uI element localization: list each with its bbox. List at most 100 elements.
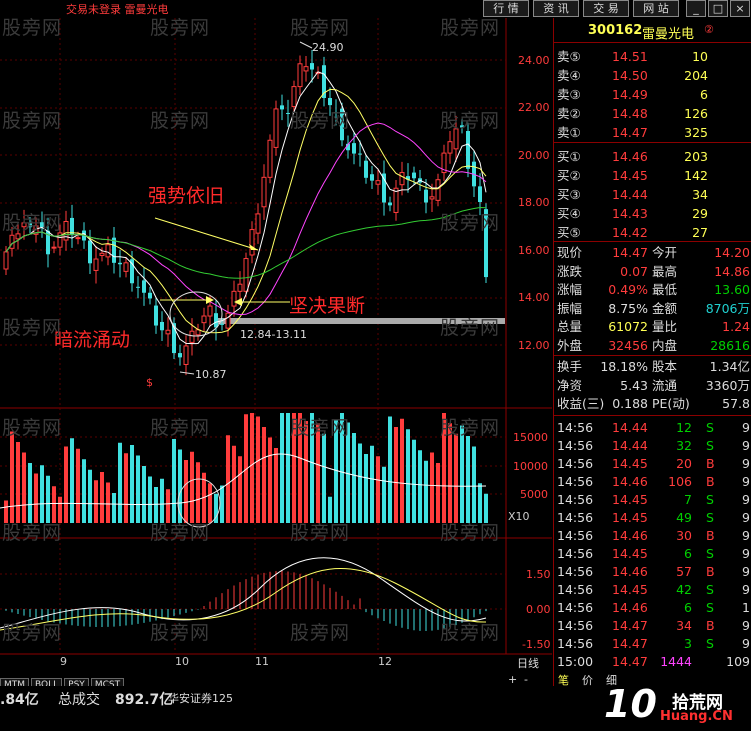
- watermark: 股旁网: [440, 212, 501, 234]
- tick-time: 14:56: [557, 618, 594, 633]
- volume-bar: [400, 418, 404, 523]
- candle-body: [105, 244, 111, 258]
- order-row[interactable]: 卖② 14.48 126: [554, 105, 751, 123]
- order-row[interactable]: 卖⑤ 14.51 10: [554, 48, 751, 66]
- volume-bar: [376, 456, 380, 523]
- order-row[interactable]: 买② 14.45 142: [554, 167, 751, 185]
- tick-price: 14.47: [612, 618, 648, 633]
- watermark: 股旁网: [290, 17, 351, 39]
- order-row[interactable]: 买⑤ 14.42 27: [554, 224, 751, 242]
- tick-side: B: [706, 564, 715, 579]
- volume-tick: 15000: [513, 431, 548, 444]
- tick-volume: 49: [676, 510, 692, 525]
- chart-panel[interactable]: 24.00 22.00 20.00 18.00 16.00 14.00 12.0…: [0, 17, 552, 692]
- candle-body: [466, 131, 470, 169]
- stat-value: 32456: [608, 337, 648, 353]
- volume-bar: [100, 472, 104, 523]
- candle-body: [237, 283, 243, 292]
- tick-count: 9: [742, 564, 750, 579]
- ma5-line: [5, 71, 487, 345]
- strong-arrow: [154, 217, 259, 251]
- tick-row: 14:56 14.46 30 B 9: [554, 527, 751, 545]
- volume-bar: [382, 466, 386, 523]
- trade-button[interactable]: 交 易: [583, 0, 629, 17]
- candle-body: [261, 176, 267, 208]
- candle-body: [447, 141, 453, 154]
- volume-bar: [454, 433, 458, 523]
- volume-bar: [28, 463, 32, 523]
- indicator-signal-line: [0, 568, 487, 631]
- close-button[interactable]: ×: [730, 0, 750, 17]
- candle-body: [148, 292, 152, 299]
- order-row[interactable]: 卖① 14.47 325: [554, 124, 751, 142]
- tick-volume: 20: [676, 456, 692, 471]
- low-price-label: 10.87: [195, 368, 227, 381]
- tick-side: B: [706, 528, 715, 543]
- order-row[interactable]: 买④ 14.43 29: [554, 205, 751, 223]
- volume-bar: [352, 433, 356, 523]
- tick-time: 14:56: [557, 564, 594, 579]
- stat-label: 涨跌: [557, 263, 583, 279]
- total-value: 892.7亿: [115, 692, 174, 708]
- volume-bar: [220, 485, 224, 523]
- minimize-button[interactable]: _: [686, 0, 706, 17]
- order-row[interactable]: 买① 14.46 203: [554, 148, 751, 166]
- tick-price: 14.46: [612, 600, 648, 615]
- tick-side: S: [706, 438, 714, 453]
- tick-side: B: [706, 618, 715, 633]
- volume-bar: [262, 427, 266, 523]
- stock-code: 300162: [588, 23, 643, 38]
- period-label[interactable]: 日线: [517, 655, 539, 671]
- tick-price: 14.47: [612, 654, 648, 669]
- candle-body: [358, 153, 362, 155]
- candle-body: [291, 86, 297, 108]
- tick-volume: 7: [684, 492, 692, 507]
- zoom-out-button[interactable]: -: [524, 673, 528, 686]
- order-row[interactable]: 卖③ 14.49 6: [554, 86, 751, 104]
- order-row[interactable]: 卖④ 14.50 204: [554, 67, 751, 85]
- order-row[interactable]: 买③ 14.44 34: [554, 186, 751, 204]
- candle-body: [154, 305, 158, 326]
- volume-bar: [118, 442, 122, 523]
- tick-row: 14:56 14.44 12 S 9: [554, 419, 751, 437]
- volume-bar: [130, 445, 134, 523]
- candle-body: [225, 312, 231, 329]
- stock-header: 300162 雷曼光电 ②: [554, 20, 751, 42]
- tick-count: 9: [742, 636, 750, 651]
- volume-bar: [358, 443, 362, 523]
- candle-body: [220, 323, 224, 325]
- tick-price: 14.44: [612, 438, 648, 453]
- tick-time: 14:56: [557, 420, 594, 435]
- watermark: 股旁网: [440, 17, 501, 39]
- candle-body: [165, 329, 171, 335]
- fund-row: 换手 18.18% 股本 1.34亿: [554, 358, 751, 376]
- candle-body: [207, 305, 213, 317]
- zoom-in-button[interactable]: +: [508, 673, 517, 686]
- order-volume: 204: [684, 68, 708, 83]
- moving-averages: [5, 71, 487, 345]
- maximize-button[interactable]: □: [708, 0, 728, 17]
- site-logo: 10 拾荒网 Huang.CN: [600, 682, 751, 731]
- annotation-strong: 强势依旧: [148, 185, 225, 207]
- fund-label: 净资: [557, 377, 583, 393]
- volume-bar: [406, 429, 410, 523]
- stat-value: 8706万: [705, 300, 750, 316]
- website-button[interactable]: 网 站: [633, 0, 679, 17]
- volume-bar: [184, 460, 188, 523]
- tick-count: 9: [742, 420, 750, 435]
- tick-volume: 32: [676, 438, 692, 453]
- tick-volume: 1444: [660, 654, 692, 669]
- volume-bar: [322, 433, 326, 523]
- volume-bar: [112, 493, 116, 523]
- high-price-label: 24.90: [312, 41, 344, 54]
- quote-panel: 300162 雷曼光电 ② 卖⑤ 14.51 10 卖④ 14.50 204 卖③ 14.49…: [553, 18, 751, 687]
- fund-value: 3360万: [705, 377, 750, 393]
- candle-body: [435, 179, 441, 201]
- tick-price: 14.46: [612, 474, 648, 489]
- tick-time: 14:56: [557, 600, 594, 615]
- stat-label: 今开: [652, 245, 678, 260]
- order-label: 买⑤: [557, 225, 581, 240]
- news-button[interactable]: 资 讯: [533, 0, 579, 17]
- tick-count: 9: [742, 474, 750, 489]
- order-price: 14.42: [612, 225, 648, 240]
